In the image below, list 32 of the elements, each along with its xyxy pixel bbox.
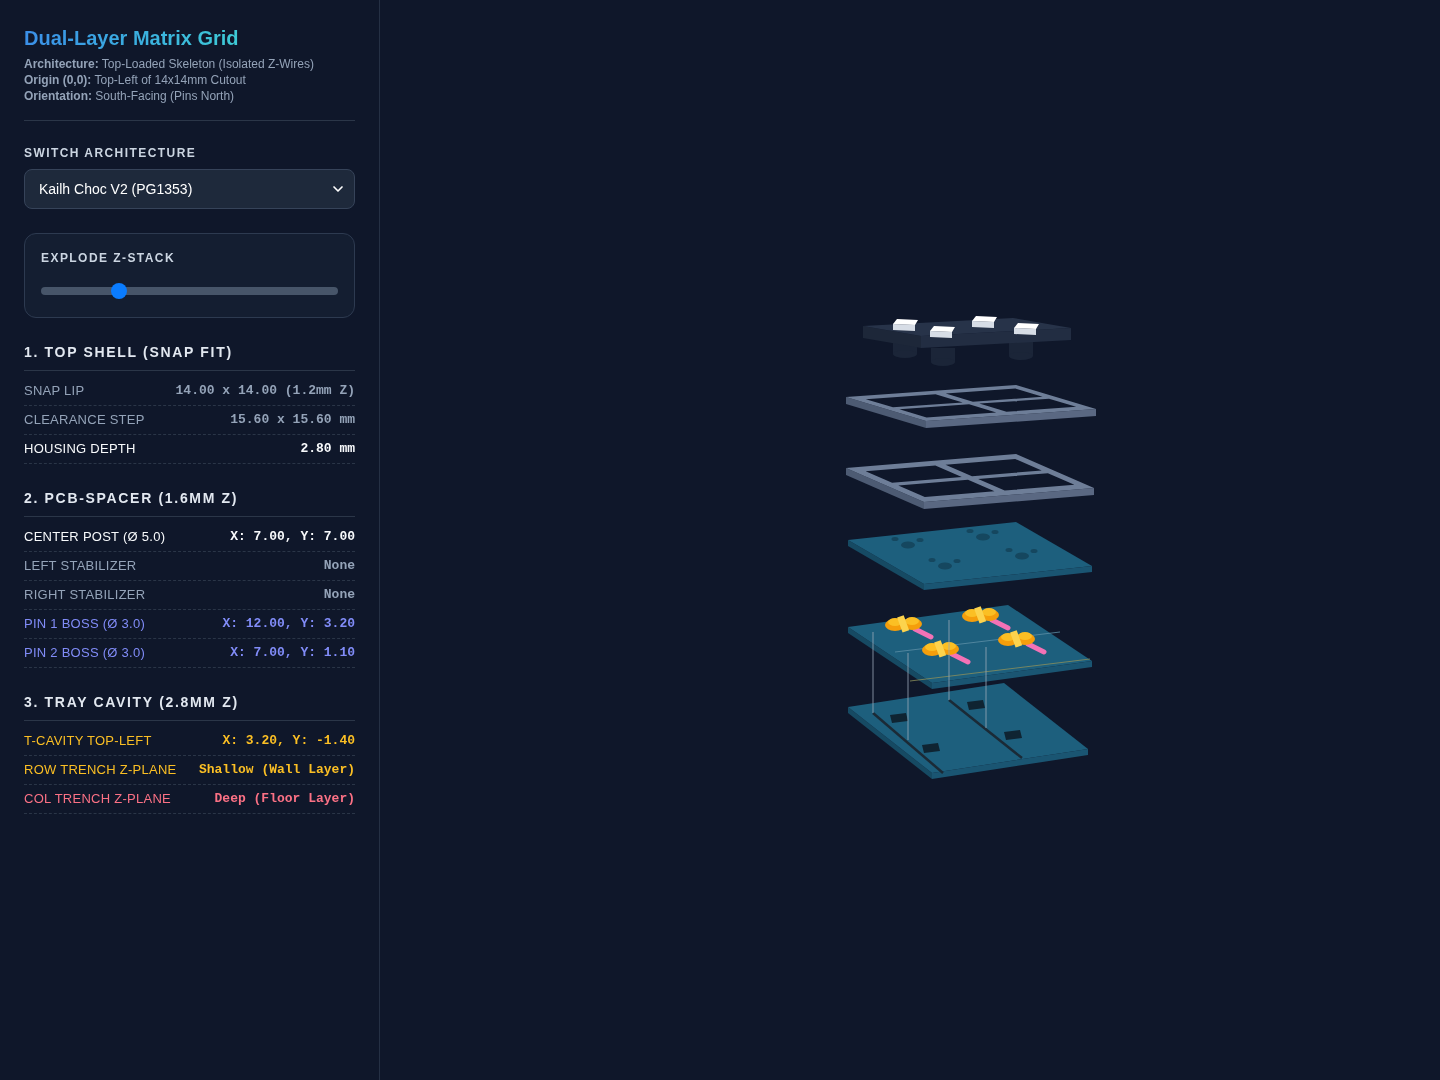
section-heading: 3. TRAY CAVITY (2.8MM Z) [24,693,239,712]
spec-value: X: 12.00, Y: 3.20 [222,616,355,632]
info-line: Origin (0,0): Top-Left of 14x14mm Cutout [24,72,247,88]
spec-label: T-CAVITY TOP-LEFT [24,733,152,749]
spec-value: X: 7.00, Y: 7.00 [230,529,355,545]
slider-thumb[interactable] [111,283,128,299]
spec-label: HOUSING DEPTH [24,441,136,457]
spec-label: SNAP LIP [24,383,85,399]
spec-label: CLEARANCE STEP [24,412,145,428]
info-line: Architecture: Top-Loaded Skeleton (Isolated Z-Wires) [24,56,315,72]
section-heading: 1. TOP SHELL (SNAP FIT) [24,343,233,362]
spec-value: 14.00 x 14.00 (1.2mm Z) [175,383,355,399]
spec-label: RIGHT STABILIZER [24,587,146,603]
spec-label: PIN 1 BOSS (Ø 3.0) [24,616,145,632]
slider-label: EXPLODE Z-STACK [41,250,176,266]
section-label: SWITCH ARCHITECTURE [24,145,197,161]
spec-label: CENTER POST (Ø 5.0) [24,529,166,545]
section-heading: 2. PCB-SPACER (1.6MM Z) [24,489,239,508]
spec-label: ROW TRENCH Z-PLANE [24,762,177,778]
info-line: Orientation: South-Facing (Pins North) [24,88,236,104]
spec-value: None [323,558,355,574]
spec-value: Shallow (Wall Layer) [198,762,355,778]
spec-value: None [323,587,355,603]
spec-label: PIN 2 BOSS (Ø 3.0) [24,645,145,661]
spec-value: X: 3.20, Y: -1.40 [222,733,355,749]
switch-select[interactable]: Kailh Choc V2 (PG1353) [24,169,355,209]
spec-value: X: 7.00, Y: 1.10 [230,645,355,661]
spec-label: LEFT STABILIZER [24,558,137,574]
spec-value: 15.60 x 15.60 mm [230,412,355,428]
spec-label: COL TRENCH Z-PLANE [24,791,171,807]
spec-value: Deep (Floor Layer) [214,791,355,807]
spec-value: 2.80 mm [300,441,355,457]
